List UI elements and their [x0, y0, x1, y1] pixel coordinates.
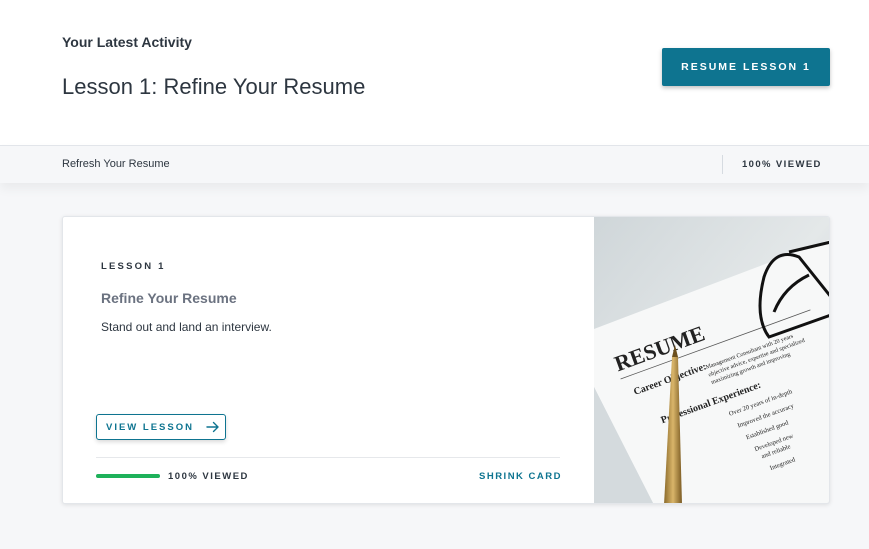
course-name: Refresh Your Resume: [62, 158, 170, 170]
lesson-viewed-status: 100% VIEWED: [168, 471, 249, 482]
lesson-image: RESUME Career Objective: Management Cons…: [594, 217, 829, 503]
resume-lesson-button[interactable]: RESUME LESSON 1: [662, 48, 830, 86]
status-divider: [722, 155, 723, 174]
view-lesson-label: VIEW LESSON: [106, 421, 194, 433]
card-divider: [96, 457, 560, 458]
lesson-description: Stand out and land an interview.: [101, 320, 272, 334]
view-lesson-button[interactable]: VIEW LESSON: [96, 414, 226, 440]
course-status-bar: Refresh Your Resume 100% VIEWED: [0, 145, 869, 183]
course-viewed-status: 100% VIEWED: [742, 159, 822, 170]
page-title: Lesson 1: Refine Your Resume: [62, 74, 366, 99]
arrow-right-icon: [206, 421, 219, 433]
shrink-card-link[interactable]: SHRINK CARD: [479, 471, 562, 482]
activity-eyebrow: Your Latest Activity: [62, 34, 192, 50]
resume-photo-illustration: RESUME Career Objective: Management Cons…: [594, 217, 829, 503]
lesson-number: LESSON 1: [101, 261, 166, 272]
lesson-title: Refine Your Resume: [101, 290, 237, 306]
lesson-card: LESSON 1 Refine Your Resume Stand out an…: [62, 216, 830, 504]
progress-fill: [96, 474, 160, 478]
activity-header: Your Latest Activity Lesson 1: Refine Yo…: [0, 0, 869, 145]
progress-bar: [96, 474, 160, 478]
